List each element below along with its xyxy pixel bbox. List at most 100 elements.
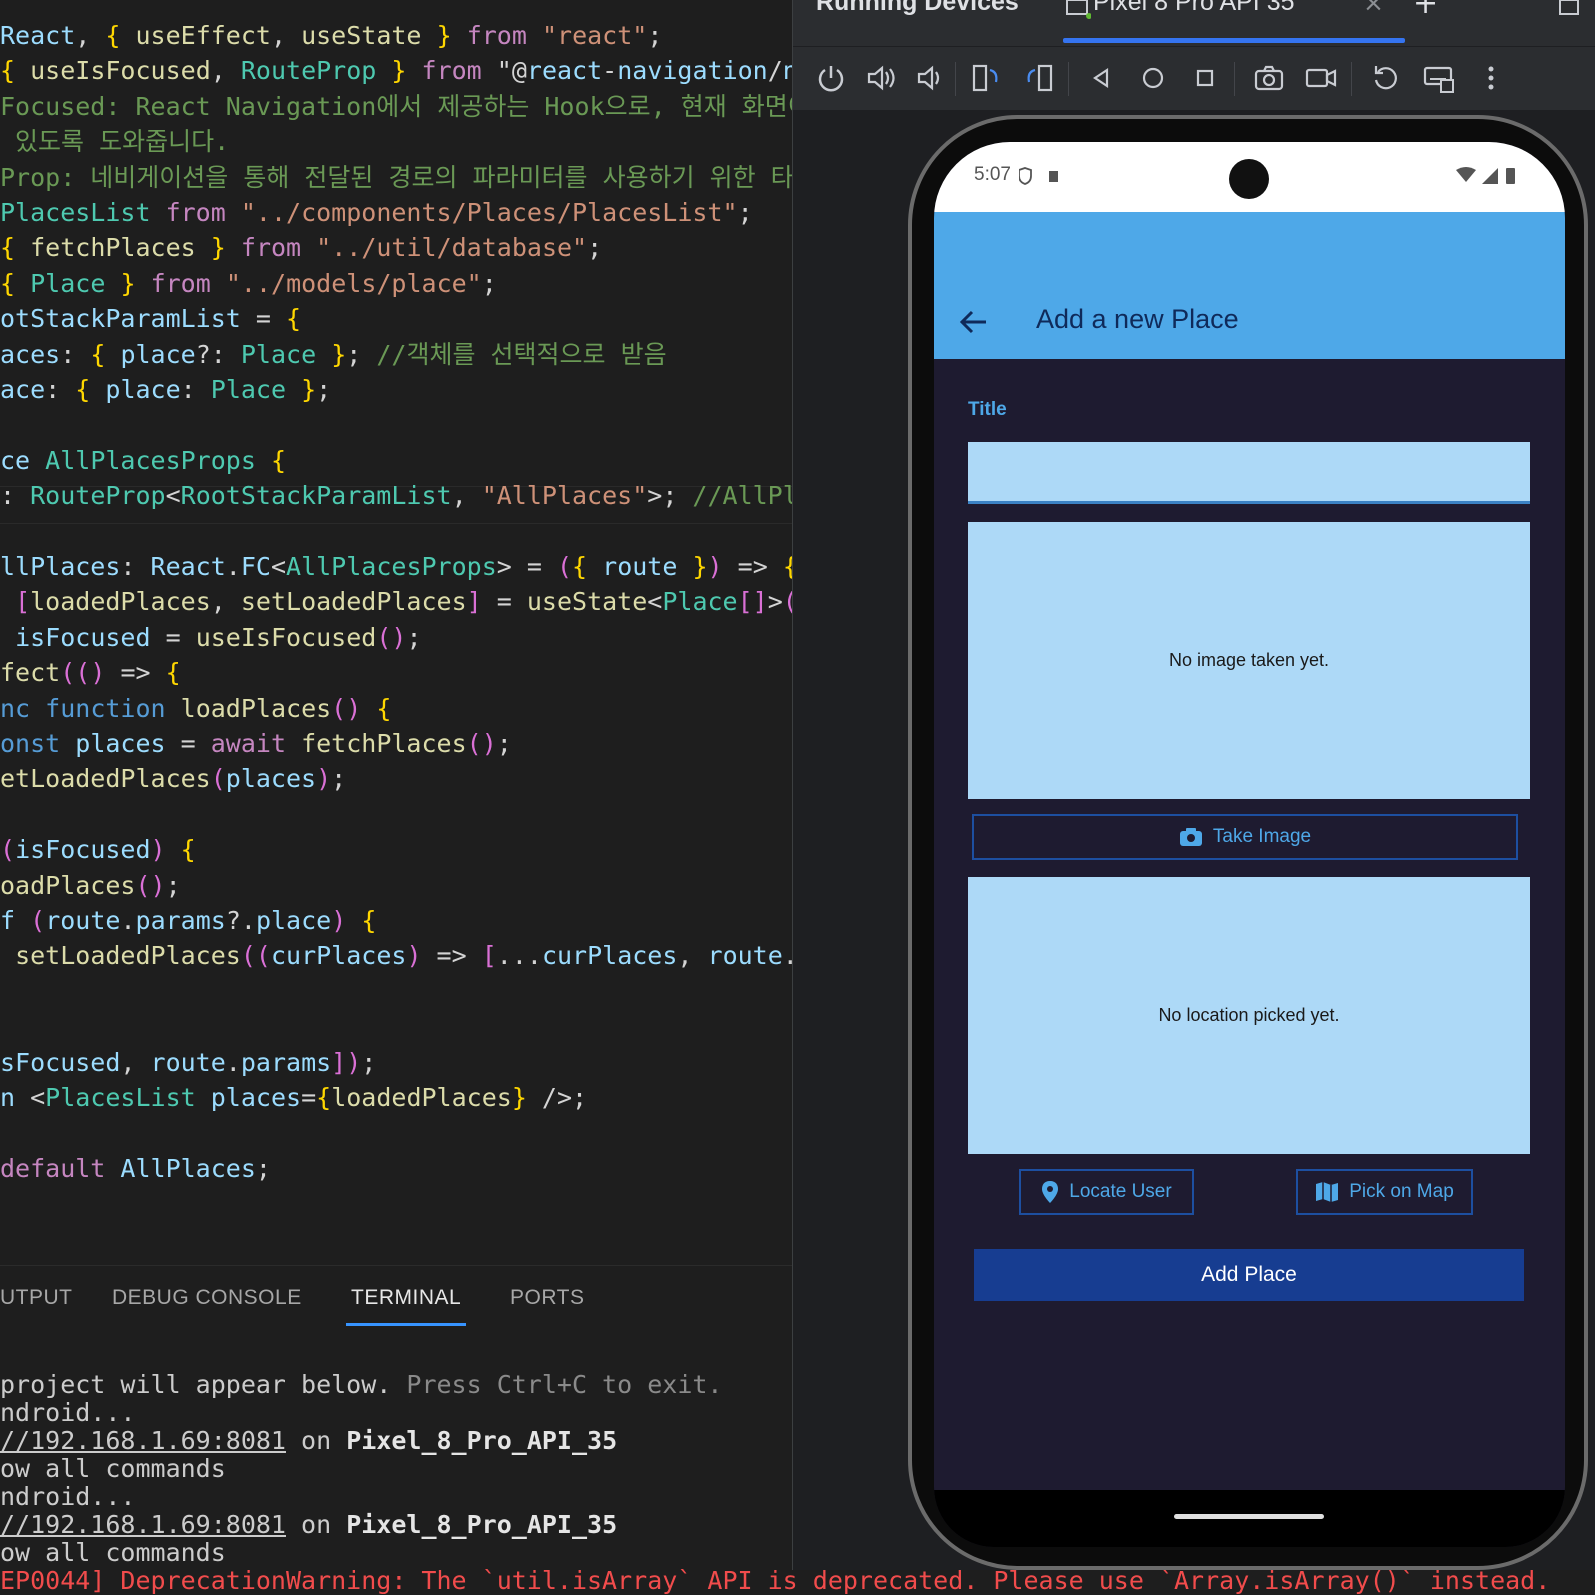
running-devices-title: Running Devices <box>816 0 1019 16</box>
code-line: default AllPlaces; <box>0 1153 271 1183</box>
status-signal-battery-icons <box>1456 167 1515 184</box>
terminal-line: ow all commands <box>0 1538 226 1567</box>
terminal-line: project will appear below. Press Ctrl+C … <box>0 1370 722 1399</box>
title-label: Title <box>968 399 1007 420</box>
code-line: fect(() => { <box>0 658 181 688</box>
code-line: etLoadedPlaces(places); <box>0 764 347 794</box>
code-line: { Place } from "../models/place"; <box>0 268 497 298</box>
add-device-icon[interactable]: + <box>1413 0 1438 21</box>
toolbar-separator <box>1351 62 1352 96</box>
code-line: ace: { place: Place }; <box>0 375 332 404</box>
screenshot-camera-icon[interactable] <box>1251 60 1287 96</box>
terminal-text: on <box>285 1426 347 1455</box>
device-tab[interactable]: Pixel 8 Pro API 35 <box>1093 0 1295 17</box>
take-image-button[interactable]: Take Image <box>972 814 1518 860</box>
locate-user-label: Locate User <box>1069 1181 1172 1202</box>
code-line: aces: { place?: Place }; //객체를 선택적으로 받음 <box>0 339 667 369</box>
terminal-output[interactable]: project will appear below. Press Ctrl+C … <box>0 1370 1550 1595</box>
code-line: { useIsFocused, RouteProp } from "@react… <box>0 56 792 86</box>
location-pin-icon <box>1042 1181 1059 1203</box>
code-line: PlacesList from "../components/Places/Pl… <box>0 198 753 227</box>
running-devices-header: Running Devices Pixel 8 Pro API 35 × + <box>793 0 1595 47</box>
more-options-icon[interactable] <box>1473 60 1509 96</box>
code-line: n <PlacesList places={loadedPlaces} />; <box>0 1083 588 1112</box>
status-bar: 5:07 <box>934 142 1565 212</box>
image-preview: No image taken yet. <box>968 522 1530 799</box>
home-circle-icon[interactable] <box>1135 60 1171 96</box>
screen-record-icon[interactable] <box>1303 60 1339 96</box>
code-line: oadPlaces(); <box>0 870 181 900</box>
locate-user-button[interactable]: Locate User <box>1019 1169 1194 1215</box>
terminal-line: ndroid... <box>0 1482 136 1511</box>
terminal-text: project will appear below. <box>0 1370 407 1399</box>
map-icon <box>1316 1182 1339 1203</box>
phone-screen[interactable]: 5:07 Add a new Place Title No image take… <box>934 142 1565 1547</box>
toolbar-separator <box>1234 62 1235 96</box>
code-line: ce AllPlacesProps { <box>0 445 287 475</box>
code-line: setLoadedPlaces((curPlaces) => [...curPl… <box>15 941 792 971</box>
power-icon[interactable] <box>813 60 849 96</box>
code-line: React, { useEffect, useState } from "rea… <box>0 21 663 50</box>
window-restore-icon[interactable] <box>1558 0 1580 18</box>
front-camera <box>1229 159 1269 199</box>
tab-debug-console[interactable]: DEBUG CONSOLE <box>112 1286 302 1310</box>
code-line: llPlaces: React.FC<AllPlacesProps> = ({ … <box>0 552 792 581</box>
terminal-hint: Press Ctrl+C to exit. <box>406 1370 723 1399</box>
code-line: f (route.params?.place) { <box>0 906 377 935</box>
page-title: Add a new Place <box>1036 304 1239 334</box>
image-placeholder-text: No image taken yet. <box>1168 650 1330 670</box>
device-icon <box>1066 0 1091 19</box>
location-preview: No location picked yet. <box>968 877 1530 1154</box>
title-input[interactable] <box>968 442 1530 504</box>
terminal-line: //192.168.1.69:8081 on Pixel_8_Pro_API_3… <box>0 1426 617 1455</box>
terminal-url-link[interactable]: //192.168.1.69:8081 <box>0 1510 286 1539</box>
code-line: { fetchPlaces } from "../util/database"; <box>0 233 603 263</box>
take-image-label: Take Image <box>1212 826 1312 847</box>
toolbar-separator <box>1068 62 1069 96</box>
terminal-url-link[interactable]: //192.168.1.69:8081 <box>0 1426 286 1455</box>
keyboard-icon[interactable] <box>1421 60 1457 96</box>
device-tab-indicator <box>1063 38 1405 43</box>
volume-up-icon[interactable] <box>863 60 899 96</box>
terminal-text: on <box>285 1510 347 1539</box>
code-line: otStackParamList = { <box>0 304 302 334</box>
app-header: Add a new Place <box>934 212 1565 359</box>
back-arrow-icon[interactable] <box>956 304 992 340</box>
code-line: sFocused, route.params]); <box>0 1047 377 1077</box>
tab-ports[interactable]: PORTS <box>510 1286 584 1310</box>
terminal-line: ow all commands <box>0 1454 226 1483</box>
code-line: Focused: React Navigation에서 제공하는 Hook으로,… <box>0 91 792 121</box>
terminal-device: Pixel_8_Pro_API_35 <box>346 1426 618 1455</box>
status-notification-icons <box>1019 167 1058 185</box>
tab-terminal[interactable]: TERMINAL <box>351 1286 461 1310</box>
rotate-left-icon[interactable] <box>968 60 1004 96</box>
status-time: 5:07 <box>974 164 1011 185</box>
location-placeholder-text: No location picked yet. <box>1158 1005 1340 1025</box>
toolbar-separator <box>955 62 956 96</box>
active-tab-indicator <box>346 1323 466 1326</box>
code-line: nc function loadPlaces() { <box>0 693 392 723</box>
add-place-button[interactable]: Add Place <box>974 1249 1524 1301</box>
code-line: isFocused = useIsFocused(); <box>15 622 422 652</box>
rotate-right-icon[interactable] <box>1021 60 1057 96</box>
code-line: [loadedPlaces, setLoadedPlaces] = useSta… <box>15 587 792 617</box>
close-tab-icon[interactable]: × <box>1363 0 1384 17</box>
code-editor[interactable]: React, { useEffect, useState } from "rea… <box>0 0 792 1265</box>
back-triangle-icon[interactable] <box>1083 60 1119 96</box>
reset-icon[interactable] <box>1368 60 1404 96</box>
add-place-label: Add Place <box>1201 1263 1297 1286</box>
terminal-line: ndroid... <box>0 1398 136 1427</box>
panel-tab-bar: UTPUT DEBUG CONSOLE TERMINAL PORTS <box>0 1265 792 1326</box>
tab-output[interactable]: UTPUT <box>0 1286 73 1310</box>
home-indicator[interactable] <box>1174 1514 1324 1519</box>
camera-icon <box>1179 828 1202 846</box>
code-line: Prop: 네비게이션을 통해 전달된 경로의 파라미터를 사용하기 위한 타입… <box>0 162 792 192</box>
overview-square-icon[interactable] <box>1187 60 1223 96</box>
terminal-device: Pixel_8_Pro_API_35 <box>346 1510 618 1539</box>
code-line: (isFocused) { <box>0 835 196 865</box>
pick-on-map-button[interactable]: Pick on Map <box>1296 1169 1473 1215</box>
volume-down-icon[interactable] <box>911 60 947 96</box>
terminal-warning-line: EP0044] DeprecationWarning: The `util.is… <box>0 1566 1551 1595</box>
code-line: onst places = await fetchPlaces(); <box>0 729 512 758</box>
terminal-line: //192.168.1.69:8081 on Pixel_8_Pro_API_3… <box>0 1510 617 1539</box>
